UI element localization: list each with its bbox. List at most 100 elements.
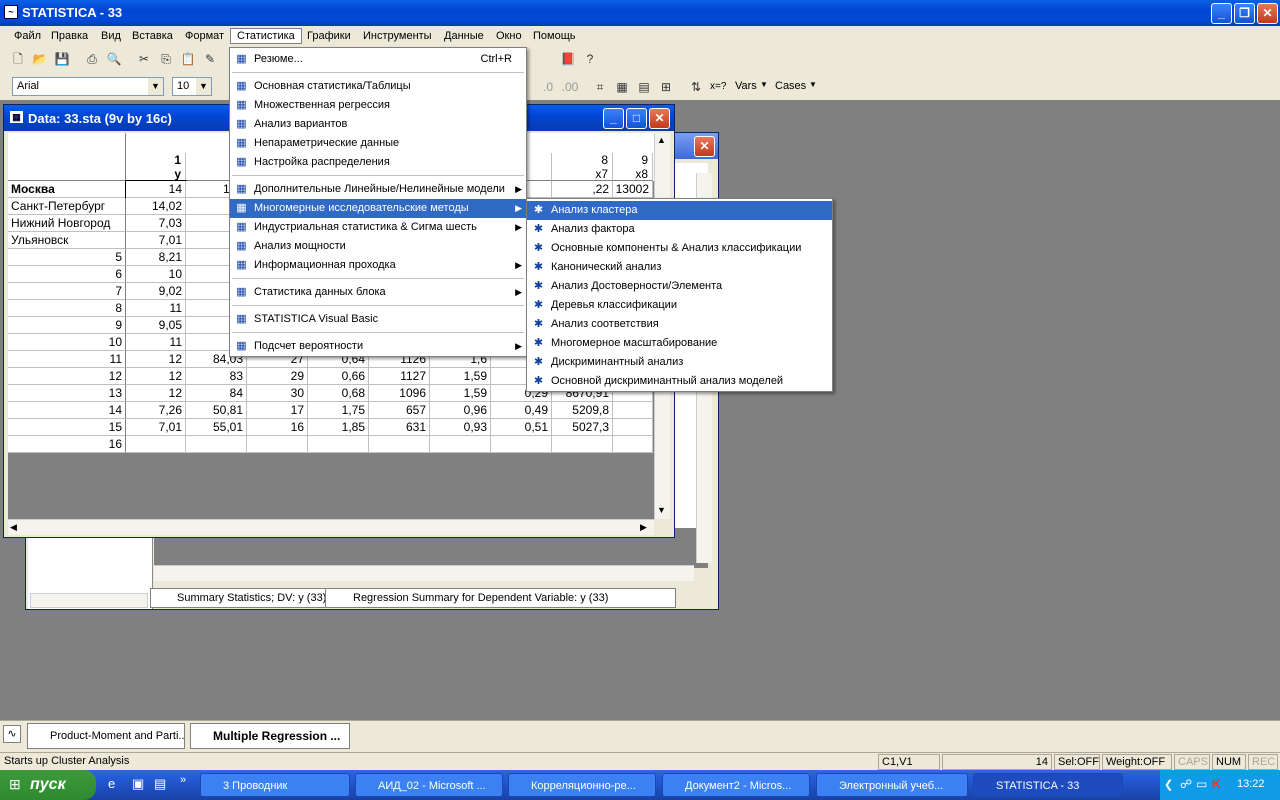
grid-cell[interactable] (613, 402, 653, 419)
maximize-button[interactable]: □ (626, 108, 647, 129)
stats-menu-item[interactable]: ▦ Резюме... Ctrl+R (230, 50, 526, 69)
horizontal-scrollbar[interactable]: ◀ ▶ (8, 519, 654, 535)
stats-menu-item[interactable]: ▦ Анализ мощности (230, 237, 526, 256)
tray-arrow-icon[interactable]: ❮ (1164, 778, 1173, 791)
paste-icon[interactable]: 📋 (178, 49, 198, 69)
scroll-up-icon[interactable]: ▲ (657, 135, 666, 145)
row-header[interactable]: 13 (8, 385, 126, 402)
menu-data[interactable]: Данные (438, 29, 490, 43)
workbook-product-moment[interactable]: Product-Moment and Parti... (27, 723, 185, 749)
column-header[interactable]: 1y (126, 153, 186, 181)
new-icon[interactable]: 🗋 (8, 49, 28, 69)
grid-cell[interactable]: 5027,3 (552, 419, 613, 436)
minimize-button[interactable]: _ (1211, 3, 1232, 24)
grid-cell[interactable]: 0,49 (491, 402, 552, 419)
close-button[interactable]: ✕ (694, 136, 715, 157)
row-header[interactable]: Ульяновск (8, 232, 126, 249)
grid-cell[interactable]: 12 (126, 351, 186, 368)
grid-cell[interactable]: 14 (125, 180, 187, 199)
decimal-remove-icon[interactable]: .00 (560, 77, 580, 97)
stats-menu-item[interactable]: ▦ Непараметрические данные (230, 134, 526, 153)
grid-cell[interactable]: 7,01 (126, 232, 186, 249)
equals-query-button[interactable]: x=? (710, 81, 726, 92)
tab-summary-statistics[interactable]: Summary Statistics; DV: y (33) (155, 592, 326, 604)
chevron-down-icon[interactable]: ▼ (148, 78, 163, 95)
sort-icon[interactable]: ⇅ (686, 77, 706, 97)
grid-cell[interactable]: 17 (247, 402, 308, 419)
stats-menu-item[interactable]: ▦ STATISTICA Visual Basic (230, 310, 526, 329)
submenu-item[interactable]: ✱ Многомерное масштабирование (527, 334, 832, 353)
table-icon[interactable]: ▦ (612, 77, 632, 97)
grid-cell[interactable]: 631 (369, 419, 430, 436)
table-edit-icon[interactable]: ▤ (634, 77, 654, 97)
grid-cell[interactable]: 7,26 (126, 402, 186, 419)
stats-menu-item[interactable]: ▦ Множественная регрессия (230, 96, 526, 115)
quicklaunch-more-icon[interactable]: » (180, 774, 186, 786)
row-header[interactable]: 6 (8, 266, 126, 283)
grid-cell[interactable] (186, 436, 247, 453)
row-header[interactable]: Нижний Новгород (8, 215, 126, 232)
task-statistica[interactable]: STATISTICA - 33 (973, 773, 1123, 797)
grid-cell[interactable] (613, 419, 653, 436)
menu-format[interactable]: Формат (179, 29, 230, 43)
grid-cell[interactable] (247, 436, 308, 453)
chevron-down-icon[interactable]: ▼ (760, 80, 768, 89)
chevron-down-icon[interactable]: ▼ (196, 78, 211, 95)
explorer-icon[interactable]: ▤ (154, 776, 166, 792)
menu-statistics[interactable]: Статистика (230, 28, 302, 44)
grid-cell[interactable]: 29 (247, 368, 308, 385)
grid-cell[interactable]: 16 (247, 419, 308, 436)
submenu-item[interactable]: ✱ Канонический анализ (527, 258, 832, 277)
stats-menu-item[interactable]: ▦ Статистика данных блока ▶ (230, 283, 526, 302)
grid-cell[interactable]: 10 (126, 266, 186, 283)
stats-menu-item[interactable]: ▦ Настройка распределения (230, 153, 526, 172)
ie-icon[interactable]: e (108, 776, 115, 791)
grid-cell[interactable]: 7,03 (126, 215, 186, 232)
grid-cell[interactable]: 5209,8 (552, 402, 613, 419)
grid-cell[interactable]: 0,51 (491, 419, 552, 436)
menu-help[interactable]: Помощь (527, 29, 582, 43)
horizontal-scrollbar[interactable] (154, 565, 694, 581)
grid-cell[interactable] (613, 436, 653, 453)
menu-view[interactable]: Вид (95, 29, 127, 43)
font-select[interactable]: Arial ▼ (12, 77, 164, 96)
scroll-down-icon[interactable]: ▼ (657, 505, 666, 515)
row-header[interactable]: 7 (8, 283, 126, 300)
submenu-item[interactable]: ✱ Деревья классификации (527, 296, 832, 315)
grid-cell[interactable] (369, 436, 430, 453)
row-header[interactable]: Москва (8, 181, 126, 198)
stats-menu-item[interactable]: ▦ Основная статистика/Таблицы (230, 77, 526, 96)
preview-icon[interactable]: 🔍 (104, 49, 124, 69)
row-header[interactable]: 11 (8, 351, 126, 368)
close-button[interactable]: ✕ (649, 108, 670, 129)
tab-regression-summary[interactable]: Regression Summary for Dependent Variabl… (331, 592, 608, 604)
menu-graphs[interactable]: Графики (301, 29, 357, 43)
variable-icon[interactable]: ⊞ (656, 77, 676, 97)
chevron-down-icon[interactable]: ▼ (809, 80, 817, 89)
grid-cell[interactable]: 12 (126, 368, 186, 385)
task-word-aid[interactable]: АИД_02 - Microsoft ... (355, 773, 503, 797)
print-icon[interactable]: ⎙ (82, 49, 102, 69)
help-pointer-icon[interactable]: ? (580, 49, 600, 69)
column-header[interactable]: 8 x7 (552, 153, 613, 181)
task-correlation[interactable]: Корреляционно-ре... (508, 773, 656, 797)
column-header[interactable]: 9 x8 (613, 153, 653, 181)
grid-cell[interactable] (308, 436, 369, 453)
monitor-icon[interactable]: ▭ (1196, 777, 1207, 791)
copy-icon[interactable]: ⎘ (156, 49, 176, 69)
cut-icon[interactable]: ✂ (134, 49, 154, 69)
grid-cell[interactable] (126, 436, 186, 453)
submenu-item[interactable]: ✱ Анализ Достоверности/Элемента (527, 277, 832, 296)
book-icon[interactable]: 📕 (558, 49, 578, 69)
menu-tools[interactable]: Инструменты (357, 29, 438, 43)
grid-cell[interactable]: 1,75 (308, 402, 369, 419)
grid-cell[interactable]: 1,85 (308, 419, 369, 436)
grid-cell[interactable] (430, 436, 491, 453)
grid-cell[interactable]: 0,93 (430, 419, 491, 436)
row-header[interactable]: 10 (8, 334, 126, 351)
grid-cell[interactable]: 7,01 (126, 419, 186, 436)
antivirus-icon[interactable]: K (1212, 777, 1221, 791)
status-sel[interactable]: Sel:OFF (1054, 754, 1100, 770)
grid-cell[interactable]: 50,81 (186, 402, 247, 419)
row-header[interactable]: 14 (8, 402, 126, 419)
